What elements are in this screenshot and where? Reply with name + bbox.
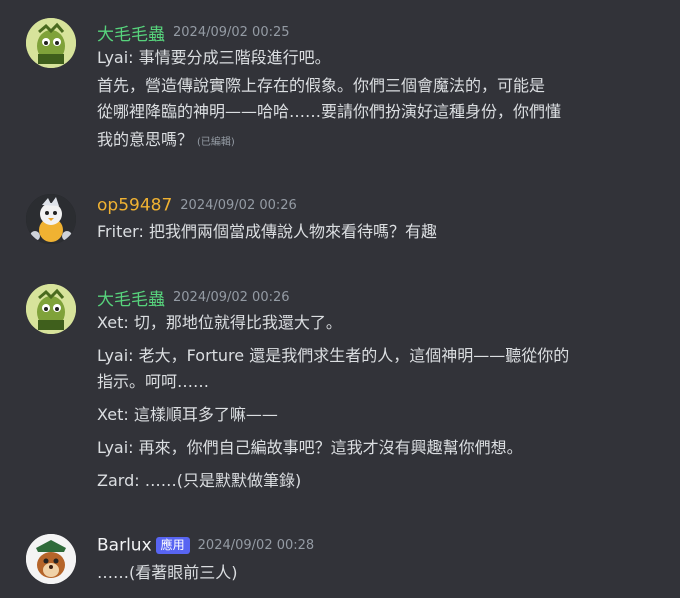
message-header: 大毛毛蟲 2024/09/02 00:25 bbox=[97, 20, 290, 45]
message-timestamp[interactable]: 2024/09/02 00:28 bbox=[198, 538, 315, 553]
message-line-last: 我的意思嗎？ (已編輯) bbox=[97, 127, 667, 155]
message-header: Barlux 應用 2024/09/02 00:28 bbox=[97, 535, 314, 559]
message-header: op59487 2024/09/02 00:26 bbox=[97, 195, 297, 219]
message-line: Friter: 把我們兩個當成傳說人物來看待嗎？有趣 bbox=[97, 222, 437, 241]
message-line: Zard: ……(只是默默做筆錄) bbox=[97, 471, 302, 490]
author-name[interactable]: Barlux bbox=[97, 536, 152, 556]
caterpillar-avatar-icon bbox=[26, 284, 76, 334]
message-line: Xet: 切，那地位就得比我還大了。 bbox=[97, 313, 342, 332]
fox-avatar-icon bbox=[26, 534, 76, 584]
message-line: Lyai: 再來，你們自己編故事吧？這我才沒有興趣幫你們想。 bbox=[97, 438, 523, 457]
message-line: Lyai: 老大，Forture 還是我們求生者的人，這個神明——聽從你的 bbox=[97, 346, 570, 365]
edited-indicator: (已編輯) bbox=[197, 137, 235, 148]
avatar[interactable] bbox=[26, 534, 76, 584]
avatar[interactable] bbox=[26, 18, 76, 68]
author-name[interactable]: 大毛毛蟲 bbox=[97, 290, 165, 310]
author-name[interactable]: 大毛毛蟲 bbox=[97, 25, 165, 45]
author-name[interactable]: op59487 bbox=[97, 196, 172, 216]
message-line: 指示。呵呵…… bbox=[97, 372, 210, 391]
app-badge: 應用 bbox=[155, 537, 190, 554]
message-group: 大毛毛蟲 2024/09/02 00:25 Lyai: 事情要分成三階段進行吧。 … bbox=[0, 0, 680, 170]
message-timestamp[interactable]: 2024/09/02 00:26 bbox=[173, 290, 290, 305]
message-line: ……(看著眼前三人) bbox=[97, 563, 238, 582]
message-line: 首先，營造傳說實際上存在的假象。你們三個會魔法的，可能是 bbox=[97, 76, 546, 95]
message-header: 大毛毛蟲 2024/09/02 00:26 bbox=[97, 285, 290, 310]
avatar[interactable] bbox=[26, 194, 76, 244]
message-line: Xet: 這樣順耳多了嘛—— bbox=[97, 405, 278, 424]
bird-avatar-icon bbox=[26, 194, 76, 244]
caterpillar-avatar-icon bbox=[26, 18, 76, 68]
message-timestamp[interactable]: 2024/09/02 00:26 bbox=[180, 198, 297, 213]
avatar[interactable] bbox=[26, 284, 76, 334]
message-line: Lyai: 事情要分成三階段進行吧。 bbox=[97, 48, 331, 67]
message-text: 我的意思嗎？ bbox=[97, 130, 194, 149]
message-timestamp[interactable]: 2024/09/02 00:25 bbox=[173, 25, 290, 40]
chat-message-list: 大毛毛蟲 2024/09/02 00:25 Lyai: 事情要分成三階段進行吧。 … bbox=[0, 0, 680, 598]
message-line: 從哪裡降臨的神明——哈哈……要請你們扮演好這種身份，你們懂 bbox=[97, 102, 562, 121]
